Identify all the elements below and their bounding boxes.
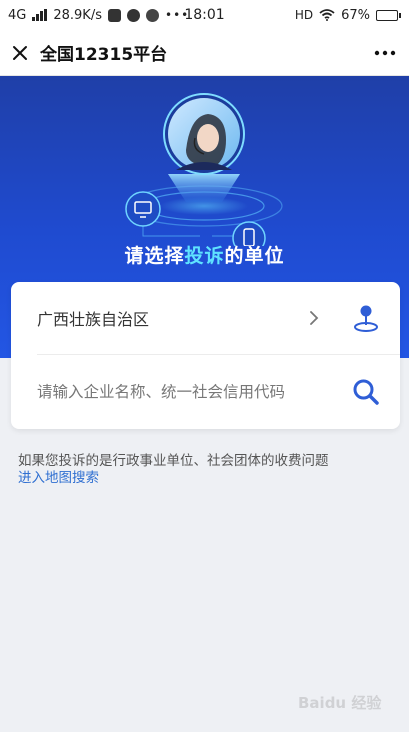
page-title: 全国12315平台: [40, 45, 168, 65]
selection-card: 广西壮族自治区: [11, 282, 400, 429]
region-label: 广西壮族自治区: [37, 310, 150, 329]
more-icon: [374, 50, 396, 55]
map-pin-icon: [354, 305, 378, 332]
title-bar: 全国12315平台: [0, 30, 409, 76]
hero-title: 请选择投诉的单位: [0, 241, 409, 268]
status-bar: 4G 28.9K/s ••• 18:01 HD 67%: [0, 0, 409, 30]
wifi-icon: [319, 9, 335, 21]
more-notifications-icon: •••: [164, 8, 190, 22]
baidu-watermark: Baidu 经验: [296, 682, 386, 722]
status-right: HD 67%: [295, 8, 401, 23]
search-icon: [353, 379, 379, 405]
battery-percent: 67%: [341, 7, 370, 23]
search-row: [11, 355, 400, 429]
chevron-right-icon: [302, 306, 326, 330]
fee-complaint-note: 如果您投诉的是行政事业单位、社会团体的收费问题: [18, 453, 329, 469]
signal-icon: [32, 9, 48, 21]
close-button[interactable]: [0, 30, 40, 76]
customer-service-illustration: [125, 93, 283, 246]
hd-indicator: HD: [294, 8, 314, 22]
app-notification-icon: [126, 8, 140, 22]
location-pin-button[interactable]: [346, 298, 386, 338]
search-button[interactable]: [346, 372, 386, 412]
battery-icon: [376, 9, 401, 21]
region-selector[interactable]: 广西壮族自治区: [11, 282, 400, 354]
map-search-link[interactable]: 进入地图搜索: [18, 470, 99, 487]
hero-title-highlight: 投诉: [184, 245, 225, 267]
more-button[interactable]: [361, 30, 409, 76]
enterprise-search-input[interactable]: [37, 383, 346, 401]
weibo-icon: [145, 8, 159, 22]
watermark-text: Baidu 经验: [298, 694, 382, 712]
status-left: 4G 28.9K/s •••: [8, 8, 295, 23]
network-speed: 28.9K/s: [53, 7, 102, 23]
hero-title-suffix: 的单位: [224, 245, 285, 267]
network-type: 4G: [8, 7, 27, 23]
hero-title-prefix: 请选择: [124, 245, 185, 267]
notification-icon: [107, 8, 121, 22]
close-icon: [13, 45, 27, 60]
